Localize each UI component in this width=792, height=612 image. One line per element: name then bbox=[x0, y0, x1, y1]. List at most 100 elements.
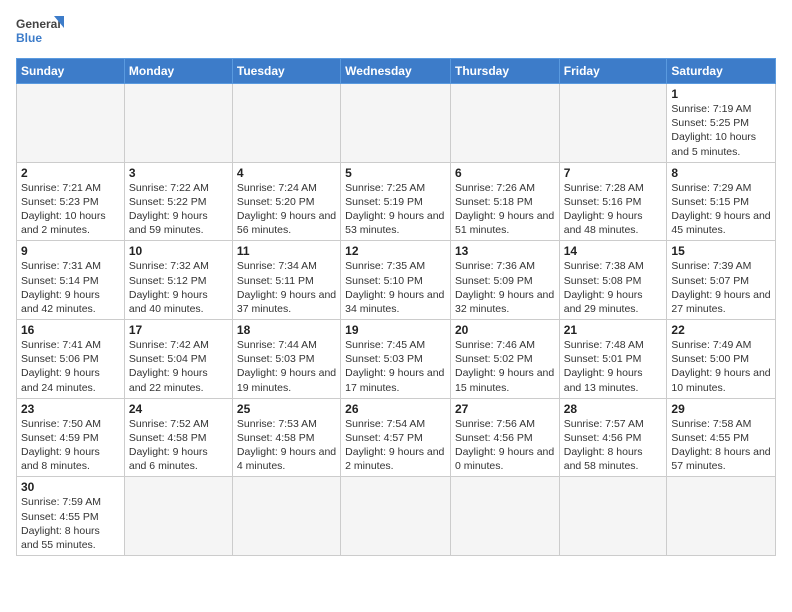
day-info: Sunrise: 7:57 AMSunset: 4:56 PMDaylight:… bbox=[564, 417, 663, 474]
weekday-monday: Monday bbox=[124, 59, 232, 84]
day-info: Sunrise: 7:26 AMSunset: 5:18 PMDaylight:… bbox=[455, 181, 555, 238]
day-cell: 12Sunrise: 7:35 AMSunset: 5:10 PMDayligh… bbox=[341, 241, 451, 320]
week-row-4: 16Sunrise: 7:41 AMSunset: 5:06 PMDayligh… bbox=[17, 320, 776, 399]
day-number: 29 bbox=[671, 402, 771, 416]
day-cell: 5Sunrise: 7:25 AMSunset: 5:19 PMDaylight… bbox=[341, 162, 451, 241]
day-cell: 7Sunrise: 7:28 AMSunset: 5:16 PMDaylight… bbox=[559, 162, 667, 241]
day-cell bbox=[450, 84, 559, 163]
svg-text:General: General bbox=[16, 17, 61, 31]
day-cell: 20Sunrise: 7:46 AMSunset: 5:02 PMDayligh… bbox=[450, 320, 559, 399]
day-info: Sunrise: 7:41 AMSunset: 5:06 PMDaylight:… bbox=[21, 338, 120, 395]
day-number: 6 bbox=[455, 166, 555, 180]
day-cell: 4Sunrise: 7:24 AMSunset: 5:20 PMDaylight… bbox=[232, 162, 340, 241]
day-info: Sunrise: 7:52 AMSunset: 4:58 PMDaylight:… bbox=[129, 417, 228, 474]
weekday-tuesday: Tuesday bbox=[232, 59, 340, 84]
day-number: 15 bbox=[671, 244, 771, 258]
day-info: Sunrise: 7:31 AMSunset: 5:14 PMDaylight:… bbox=[21, 259, 120, 316]
day-cell: 25Sunrise: 7:53 AMSunset: 4:58 PMDayligh… bbox=[232, 398, 340, 477]
day-cell: 15Sunrise: 7:39 AMSunset: 5:07 PMDayligh… bbox=[667, 241, 776, 320]
day-number: 25 bbox=[237, 402, 336, 416]
day-cell: 23Sunrise: 7:50 AMSunset: 4:59 PMDayligh… bbox=[17, 398, 125, 477]
week-row-2: 2Sunrise: 7:21 AMSunset: 5:23 PMDaylight… bbox=[17, 162, 776, 241]
day-cell bbox=[559, 477, 667, 556]
day-info: Sunrise: 7:32 AMSunset: 5:12 PMDaylight:… bbox=[129, 259, 228, 316]
day-info: Sunrise: 7:42 AMSunset: 5:04 PMDaylight:… bbox=[129, 338, 228, 395]
day-number: 28 bbox=[564, 402, 663, 416]
day-cell: 17Sunrise: 7:42 AMSunset: 5:04 PMDayligh… bbox=[124, 320, 232, 399]
week-row-6: 30Sunrise: 7:59 AMSunset: 4:55 PMDayligh… bbox=[17, 477, 776, 556]
day-cell bbox=[341, 477, 451, 556]
day-number: 30 bbox=[21, 480, 120, 494]
day-info: Sunrise: 7:39 AMSunset: 5:07 PMDaylight:… bbox=[671, 259, 771, 316]
day-info: Sunrise: 7:36 AMSunset: 5:09 PMDaylight:… bbox=[455, 259, 555, 316]
day-cell bbox=[124, 477, 232, 556]
day-cell: 6Sunrise: 7:26 AMSunset: 5:18 PMDaylight… bbox=[450, 162, 559, 241]
calendar-table: SundayMondayTuesdayWednesdayThursdayFrid… bbox=[16, 58, 776, 556]
day-cell: 8Sunrise: 7:29 AMSunset: 5:15 PMDaylight… bbox=[667, 162, 776, 241]
day-number: 9 bbox=[21, 244, 120, 258]
svg-text:Blue: Blue bbox=[16, 31, 42, 45]
day-cell: 9Sunrise: 7:31 AMSunset: 5:14 PMDaylight… bbox=[17, 241, 125, 320]
day-cell: 1Sunrise: 7:19 AMSunset: 5:25 PMDaylight… bbox=[667, 84, 776, 163]
day-number: 7 bbox=[564, 166, 663, 180]
day-info: Sunrise: 7:49 AMSunset: 5:00 PMDaylight:… bbox=[671, 338, 771, 395]
day-info: Sunrise: 7:50 AMSunset: 4:59 PMDaylight:… bbox=[21, 417, 120, 474]
day-info: Sunrise: 7:59 AMSunset: 4:55 PMDaylight:… bbox=[21, 495, 120, 552]
day-number: 2 bbox=[21, 166, 120, 180]
day-cell bbox=[667, 477, 776, 556]
day-cell: 16Sunrise: 7:41 AMSunset: 5:06 PMDayligh… bbox=[17, 320, 125, 399]
day-info: Sunrise: 7:29 AMSunset: 5:15 PMDaylight:… bbox=[671, 181, 771, 238]
day-number: 16 bbox=[21, 323, 120, 337]
day-number: 12 bbox=[345, 244, 446, 258]
day-number: 13 bbox=[455, 244, 555, 258]
day-cell: 3Sunrise: 7:22 AMSunset: 5:22 PMDaylight… bbox=[124, 162, 232, 241]
day-cell: 10Sunrise: 7:32 AMSunset: 5:12 PMDayligh… bbox=[124, 241, 232, 320]
weekday-sunday: Sunday bbox=[17, 59, 125, 84]
day-info: Sunrise: 7:38 AMSunset: 5:08 PMDaylight:… bbox=[564, 259, 663, 316]
week-row-3: 9Sunrise: 7:31 AMSunset: 5:14 PMDaylight… bbox=[17, 241, 776, 320]
day-info: Sunrise: 7:53 AMSunset: 4:58 PMDaylight:… bbox=[237, 417, 336, 474]
day-cell: 2Sunrise: 7:21 AMSunset: 5:23 PMDaylight… bbox=[17, 162, 125, 241]
day-number: 27 bbox=[455, 402, 555, 416]
day-number: 3 bbox=[129, 166, 228, 180]
day-cell: 18Sunrise: 7:44 AMSunset: 5:03 PMDayligh… bbox=[232, 320, 340, 399]
page: General Blue SundayMondayTuesdayWednesda… bbox=[0, 0, 792, 566]
day-number: 14 bbox=[564, 244, 663, 258]
day-info: Sunrise: 7:48 AMSunset: 5:01 PMDaylight:… bbox=[564, 338, 663, 395]
week-row-5: 23Sunrise: 7:50 AMSunset: 4:59 PMDayligh… bbox=[17, 398, 776, 477]
day-info: Sunrise: 7:46 AMSunset: 5:02 PMDaylight:… bbox=[455, 338, 555, 395]
day-number: 20 bbox=[455, 323, 555, 337]
day-cell bbox=[559, 84, 667, 163]
day-number: 10 bbox=[129, 244, 228, 258]
day-number: 23 bbox=[21, 402, 120, 416]
day-number: 17 bbox=[129, 323, 228, 337]
day-info: Sunrise: 7:56 AMSunset: 4:56 PMDaylight:… bbox=[455, 417, 555, 474]
week-row-1: 1Sunrise: 7:19 AMSunset: 5:25 PMDaylight… bbox=[17, 84, 776, 163]
day-cell: 14Sunrise: 7:38 AMSunset: 5:08 PMDayligh… bbox=[559, 241, 667, 320]
day-info: Sunrise: 7:44 AMSunset: 5:03 PMDaylight:… bbox=[237, 338, 336, 395]
header: General Blue bbox=[16, 10, 776, 52]
weekday-wednesday: Wednesday bbox=[341, 59, 451, 84]
day-cell: 30Sunrise: 7:59 AMSunset: 4:55 PMDayligh… bbox=[17, 477, 125, 556]
day-cell: 19Sunrise: 7:45 AMSunset: 5:03 PMDayligh… bbox=[341, 320, 451, 399]
day-info: Sunrise: 7:21 AMSunset: 5:23 PMDaylight:… bbox=[21, 181, 120, 238]
day-number: 19 bbox=[345, 323, 446, 337]
day-info: Sunrise: 7:45 AMSunset: 5:03 PMDaylight:… bbox=[345, 338, 446, 395]
day-number: 11 bbox=[237, 244, 336, 258]
weekday-header-row: SundayMondayTuesdayWednesdayThursdayFrid… bbox=[17, 59, 776, 84]
day-number: 1 bbox=[671, 87, 771, 101]
weekday-thursday: Thursday bbox=[450, 59, 559, 84]
day-info: Sunrise: 7:34 AMSunset: 5:11 PMDaylight:… bbox=[237, 259, 336, 316]
day-info: Sunrise: 7:25 AMSunset: 5:19 PMDaylight:… bbox=[345, 181, 446, 238]
day-info: Sunrise: 7:54 AMSunset: 4:57 PMDaylight:… bbox=[345, 417, 446, 474]
weekday-friday: Friday bbox=[559, 59, 667, 84]
day-info: Sunrise: 7:35 AMSunset: 5:10 PMDaylight:… bbox=[345, 259, 446, 316]
day-number: 26 bbox=[345, 402, 446, 416]
day-number: 5 bbox=[345, 166, 446, 180]
day-number: 8 bbox=[671, 166, 771, 180]
day-cell: 27Sunrise: 7:56 AMSunset: 4:56 PMDayligh… bbox=[450, 398, 559, 477]
day-cell: 29Sunrise: 7:58 AMSunset: 4:55 PMDayligh… bbox=[667, 398, 776, 477]
weekday-saturday: Saturday bbox=[667, 59, 776, 84]
day-cell bbox=[232, 84, 340, 163]
day-number: 4 bbox=[237, 166, 336, 180]
